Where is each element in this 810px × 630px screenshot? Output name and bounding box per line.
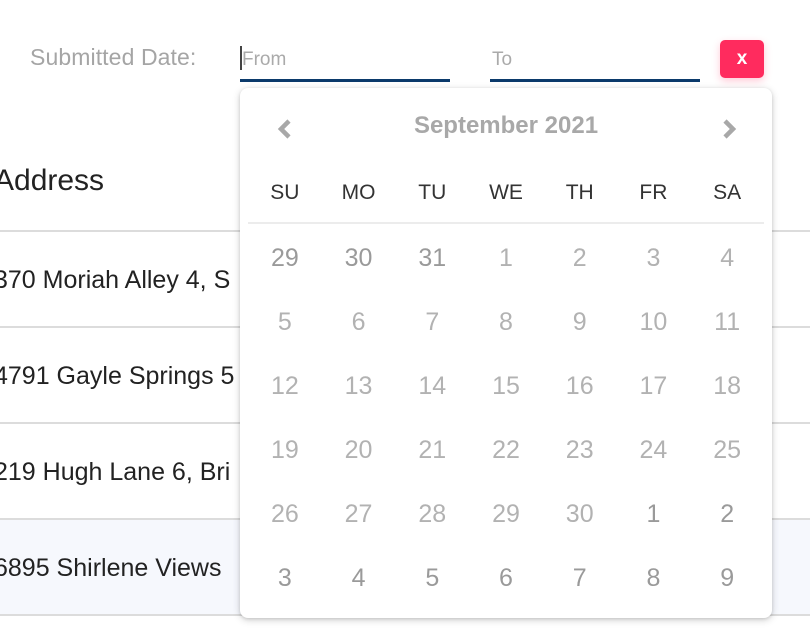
calendar-day[interactable]: 4 [690, 226, 764, 290]
calendar-day[interactable]: 22 [469, 418, 543, 482]
weekday-label: SA [713, 181, 742, 204]
calendar-day-other-month[interactable]: 29 [248, 226, 322, 290]
calendar-day[interactable]: 27 [322, 482, 396, 546]
calendar-day[interactable]: 24 [617, 418, 691, 482]
calendar-header: September 2021 [240, 88, 772, 168]
chevron-right-icon [723, 119, 737, 139]
calendar-month-title: September 2021 [413, 112, 599, 139]
calendar-day[interactable]: 23 [543, 418, 617, 482]
text-cursor [240, 46, 242, 70]
calendar-day[interactable]: 6 [322, 290, 396, 354]
to-date-input[interactable] [490, 40, 700, 82]
calendar-day-other-month[interactable]: 9 [690, 546, 764, 610]
calendar-day[interactable]: 13 [322, 354, 396, 418]
calendar-day[interactable]: 15 [469, 354, 543, 418]
calendar-day[interactable]: 30 [543, 482, 617, 546]
calendar-day[interactable]: 25 [690, 418, 764, 482]
weekday-label: SU [270, 181, 300, 204]
calendar-day-other-month[interactable]: 7 [543, 546, 617, 610]
weekday-header-row: SU MO TU WE TH FR SA [248, 172, 764, 224]
calendar-day[interactable]: 14 [395, 354, 469, 418]
calendar-day-other-month[interactable]: 2 [690, 482, 764, 546]
calendar-day[interactable]: 20 [322, 418, 396, 482]
calendar-day-other-month[interactable]: 8 [617, 546, 691, 610]
calendar-day[interactable]: 21 [395, 418, 469, 482]
calendar-day-other-month[interactable]: 5 [395, 546, 469, 610]
weekday-label: TH [565, 181, 594, 204]
weekday-label: FR [639, 181, 668, 204]
calendar-day[interactable]: 26 [248, 482, 322, 546]
submitted-date-label: Submitted Date: [30, 44, 197, 70]
calendar-day[interactable]: 28 [395, 482, 469, 546]
calendar-day-other-month[interactable]: 3 [248, 546, 322, 610]
calendar-day[interactable]: 3 [617, 226, 691, 290]
calendar-day-other-month[interactable]: 4 [322, 546, 396, 610]
calendar-day[interactable]: 19 [248, 418, 322, 482]
calendar-day[interactable]: 10 [617, 290, 691, 354]
calendar-day-other-month[interactable]: 6 [469, 546, 543, 610]
calendar-day[interactable]: 9 [543, 290, 617, 354]
calendar-day[interactable]: 11 [690, 290, 764, 354]
calendar-day[interactable]: 7 [395, 290, 469, 354]
weekday-label: MO [341, 181, 376, 204]
calendar-day[interactable]: 1 [469, 226, 543, 290]
calendar-day-other-month[interactable]: 31 [395, 226, 469, 290]
calendar-day[interactable]: 18 [690, 354, 764, 418]
calendar-day[interactable]: 29 [469, 482, 543, 546]
calendar-day[interactable]: 17 [617, 354, 691, 418]
from-date-input[interactable] [240, 40, 450, 82]
weekday-label: TU [418, 181, 447, 204]
calendar-days-grid: 29 30 31 1 2 3 4 5 6 7 8 9 10 11 12 13 14 15 16 17 18 19 20 21 2… [248, 226, 764, 610]
calendar-day[interactable]: 5 [248, 290, 322, 354]
calendar-day[interactable]: 8 [469, 290, 543, 354]
calendar-day-other-month[interactable]: 1 [617, 482, 691, 546]
calendar-day[interactable]: 2 [543, 226, 617, 290]
weekday-label: WE [489, 181, 523, 204]
date-picker-popup: September 2021 SU MO TU WE TH FR SA 29 30 31 1 2 3 4… [240, 88, 772, 618]
calendar-day[interactable]: 12 [248, 354, 322, 418]
calendar-day-other-month[interactable]: 30 [322, 226, 396, 290]
next-month-button[interactable] [714, 114, 744, 144]
clear-date-button[interactable]: x [720, 40, 764, 78]
calendar-day[interactable]: 16 [543, 354, 617, 418]
